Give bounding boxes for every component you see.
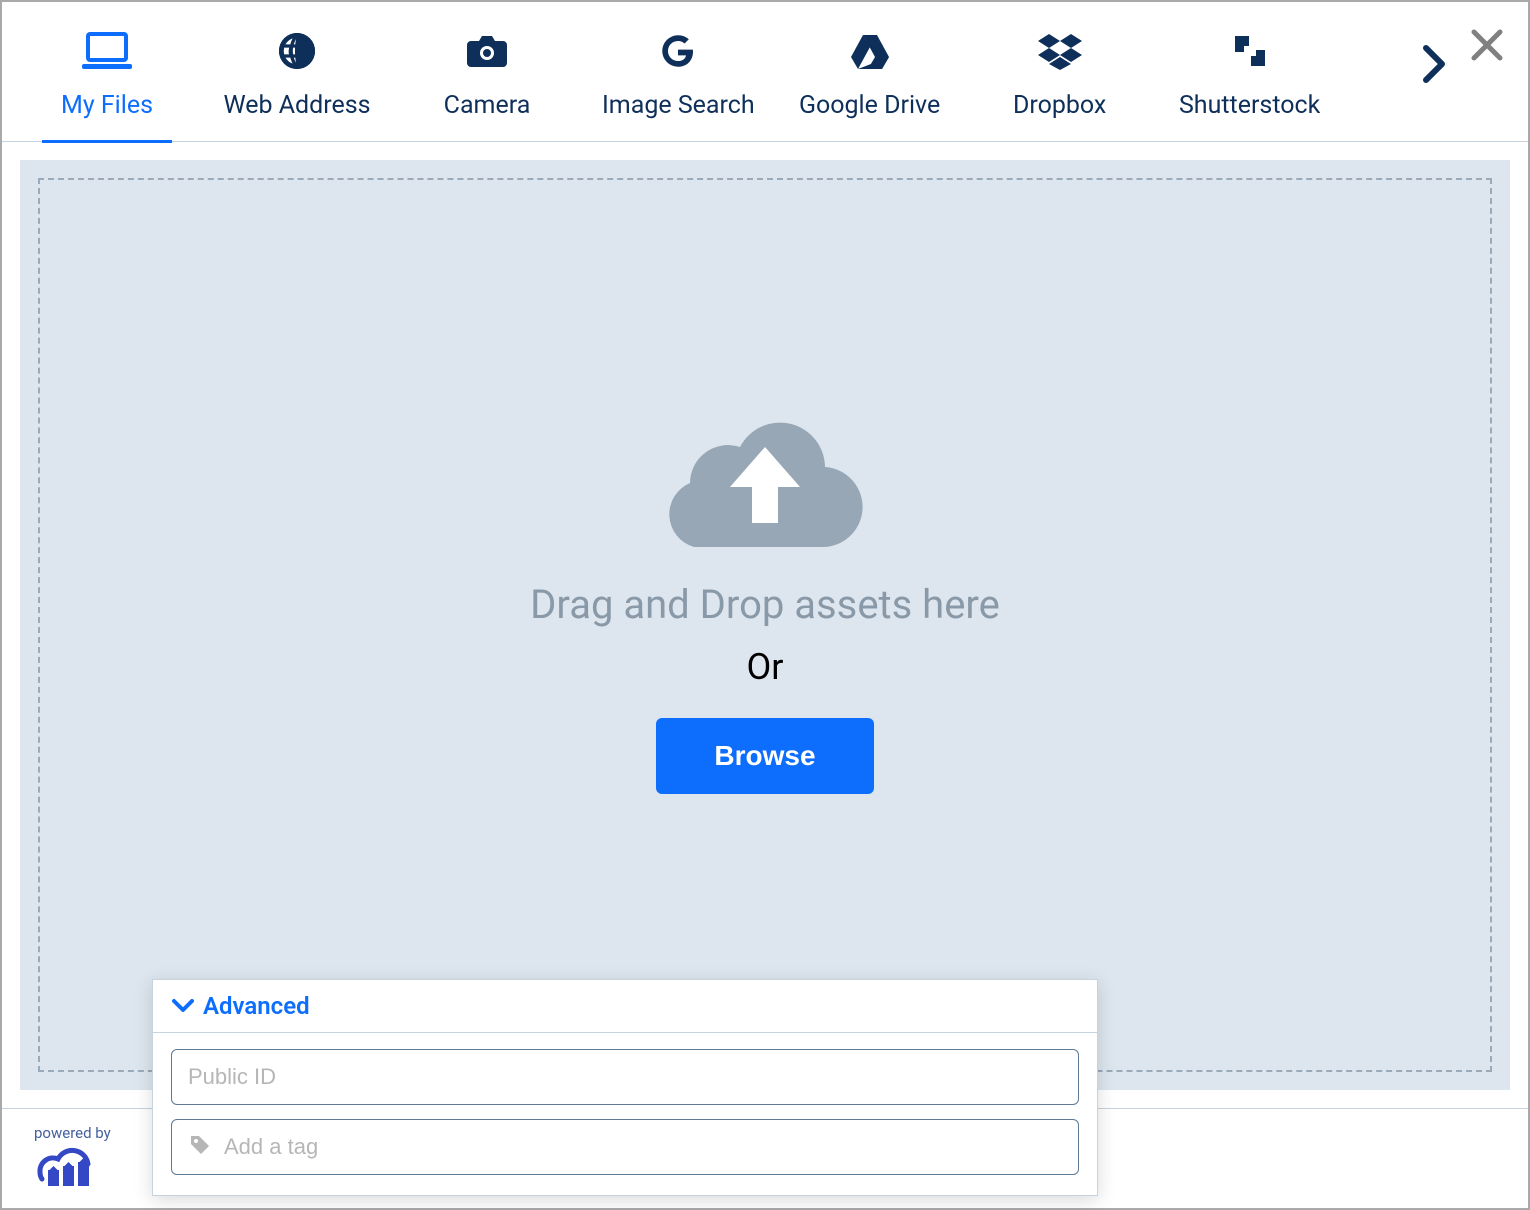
or-text: Or [747,646,784,688]
tab-label: Camera [444,91,531,120]
advanced-toggle[interactable]: Advanced [153,980,1097,1033]
tag-input[interactable] [224,1134,1062,1160]
tab-label: My Files [61,91,153,120]
public-id-field-wrap [171,1049,1079,1105]
browse-button[interactable]: Browse [656,718,873,794]
tab-shutterstock[interactable]: Shutterstock [1155,2,1345,142]
tab-label: Shutterstock [1179,91,1320,120]
powered-by-text: powered by [34,1124,111,1142]
public-id-input[interactable] [188,1064,1062,1090]
tab-label: Dropbox [1013,91,1106,120]
tab-image-search[interactable]: Image Search [582,2,775,142]
drag-drop-text: Drag and Drop assets here [530,581,1000,628]
globe-icon [277,27,317,75]
shutterstock-icon [1231,27,1269,75]
advanced-title: Advanced [203,992,310,1020]
tab-my-files[interactable]: My Files [12,2,202,142]
tab-google-drive[interactable]: Google Drive [775,2,965,142]
tag-icon [188,1133,212,1161]
tab-dropbox[interactable]: Dropbox [965,2,1155,142]
camera-icon [465,27,509,75]
advanced-body [153,1033,1097,1195]
google-icon [660,27,696,75]
tag-field-wrap [171,1119,1079,1175]
cloudinary-logo-icon [34,1146,111,1194]
advanced-panel: Advanced [152,979,1098,1196]
tab-label: Web Address [223,91,370,120]
tab-label: Image Search [602,91,755,120]
tab-label: Google Drive [799,91,940,120]
google-drive-icon [849,27,891,75]
source-tab-bar: My Files Web Address Camera Image Search… [2,2,1528,142]
close-button[interactable] [1470,28,1504,66]
tab-camera[interactable]: Camera [392,2,582,142]
powered-by-wrap: powered by [34,1124,111,1194]
chevron-down-icon [171,992,195,1020]
file-drop-zone[interactable]: Drag and Drop assets here Or Browse [20,160,1510,1090]
tab-web-address[interactable]: Web Address [202,2,392,142]
dropbox-icon [1038,27,1082,75]
cloud-upload-icon [660,397,870,551]
laptop-icon [82,27,132,75]
scroll-right-button[interactable] [1422,44,1448,88]
